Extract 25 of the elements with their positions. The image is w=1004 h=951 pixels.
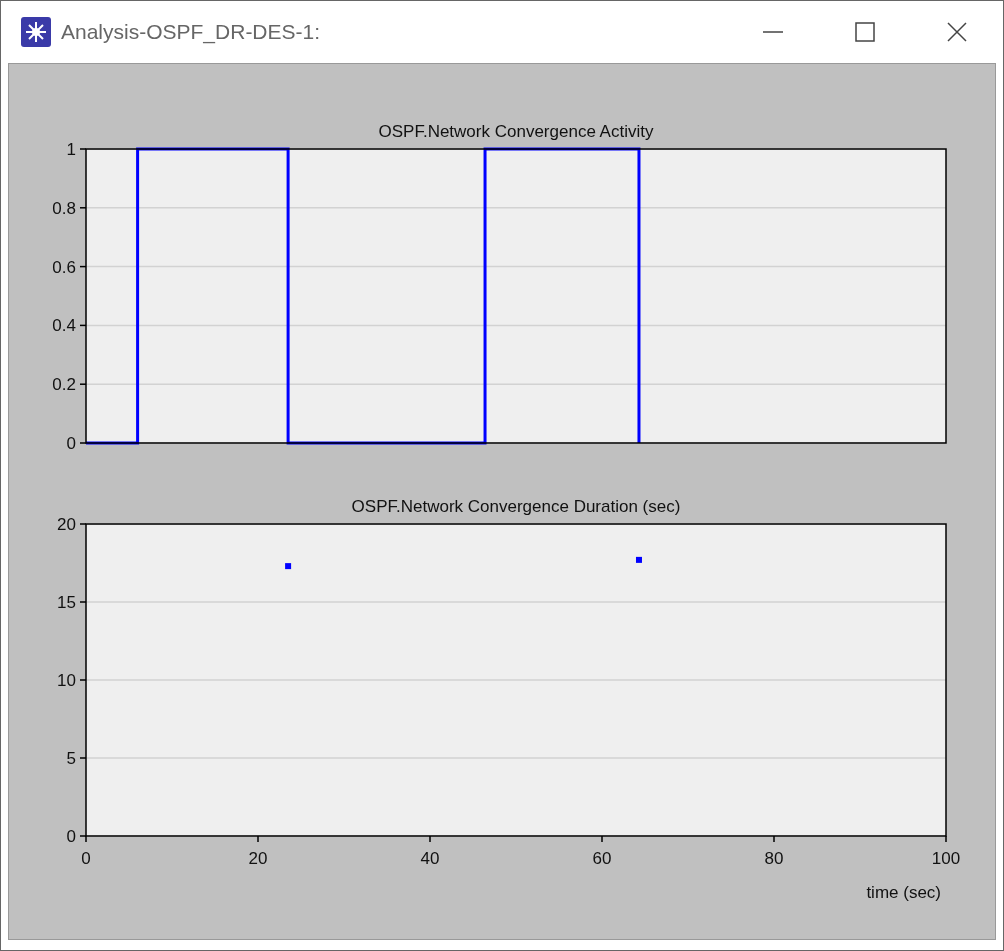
chart-title: OSPF.Network Convergence Activity bbox=[378, 122, 654, 141]
x-tick-label: 100 bbox=[931, 849, 961, 868]
y-tick-label: 0.8 bbox=[52, 198, 76, 218]
y-tick-label: 5 bbox=[66, 749, 76, 768]
chart-title: OSPF.Network Convergence Duration (sec) bbox=[351, 497, 681, 516]
x-tick-label: 0 bbox=[81, 849, 91, 868]
y-tick-label: 0 bbox=[66, 434, 76, 453]
y-tick-label: 10 bbox=[57, 671, 76, 690]
y-tick-label: 0.4 bbox=[52, 316, 76, 336]
x-tick-label: 80 bbox=[764, 849, 784, 868]
x-axis-label: time (sec) bbox=[866, 883, 941, 902]
x-tick-label: 20 bbox=[248, 849, 268, 868]
x-tick-label: 60 bbox=[592, 849, 612, 868]
maximize-icon bbox=[855, 22, 875, 42]
y-tick-label: 0.2 bbox=[52, 375, 76, 395]
y-tick-label: 20 bbox=[57, 515, 76, 534]
y-tick-label: 1 bbox=[66, 140, 76, 159]
y-tick-label: 0 bbox=[66, 827, 76, 846]
app-icon bbox=[21, 17, 51, 47]
y-tick-label: 0.6 bbox=[52, 257, 76, 277]
y-tick-label: 15 bbox=[57, 593, 76, 612]
close-icon bbox=[947, 22, 967, 42]
window-title: Analysis-OSPF_DR-DES-1: bbox=[61, 19, 322, 46]
minimize-icon bbox=[763, 31, 783, 33]
x-tick-label: 40 bbox=[420, 849, 440, 868]
